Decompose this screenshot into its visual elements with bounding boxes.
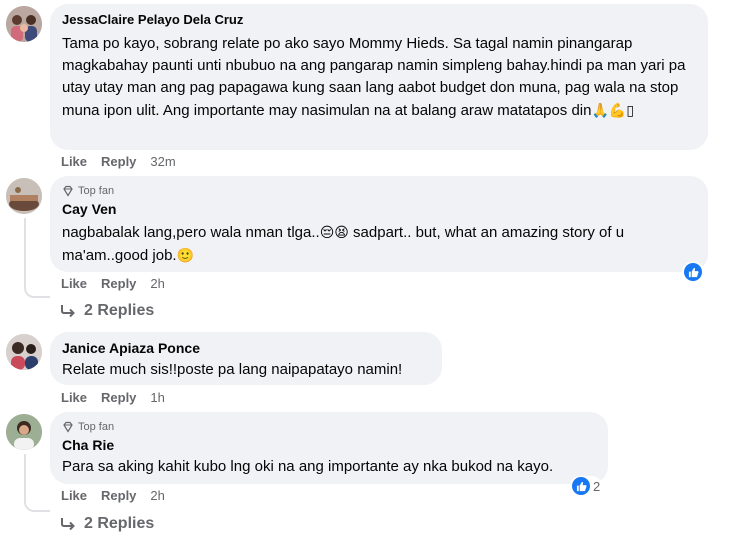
comment-text-container: Tama po kayo, sobrang relate po ako sayo… xyxy=(62,33,696,122)
avatar[interactable] xyxy=(6,414,42,450)
comment-timestamp[interactable]: 2h xyxy=(150,276,164,292)
avatar-photo-icon xyxy=(6,334,42,370)
top-fan-label: Top fan xyxy=(78,421,115,433)
comment-bubble: Janice Apiaza Ponce Relate much sis!!pos… xyxy=(50,332,442,385)
comment-actions: Like Reply 2h xyxy=(61,488,165,504)
comment-bubble: JessaClaire Pelayo Dela Cruz Tama po kay… xyxy=(50,4,708,150)
avatar[interactable] xyxy=(6,6,42,42)
comment-emojis: 😔😫 xyxy=(319,224,349,240)
reply-button[interactable]: Reply xyxy=(101,488,136,504)
comment-timestamp[interactable]: 32m xyxy=(150,154,175,170)
reply-arrow-icon xyxy=(61,305,75,318)
reply-button[interactable]: Reply xyxy=(101,154,136,170)
avatar[interactable] xyxy=(6,334,42,370)
thread-line xyxy=(24,454,50,512)
top-fan-label: Top fan xyxy=(78,185,115,197)
comment-text: nagbabalak lang,pero wala nman tlga.. xyxy=(62,224,320,241)
like-button[interactable]: Like xyxy=(61,276,87,292)
avatar-photo-icon xyxy=(6,178,42,214)
diamond-icon xyxy=(63,421,73,433)
reply-button[interactable]: Reply xyxy=(101,276,136,292)
comment-bubble: Top fan Cha Rie Para sa aking kahit kubo… xyxy=(50,412,608,484)
comment-author[interactable]: Cha Rie xyxy=(62,437,596,453)
view-replies-label: 2 Replies xyxy=(84,515,155,532)
comment-text: Relate much sis!!poste pa lang naipapata… xyxy=(62,361,403,378)
thumbs-up-icon xyxy=(684,263,702,281)
top-fan-badge: Top fan xyxy=(62,184,696,198)
reaction-summary[interactable] xyxy=(682,262,704,282)
avatar-photo-icon xyxy=(6,414,42,450)
comment-actions: Like Reply 32m xyxy=(61,154,176,170)
comment-emojis: 🙂 xyxy=(176,247,195,263)
view-replies-button[interactable]: 2 Replies xyxy=(60,515,154,533)
top-fan-badge: Top fan xyxy=(62,420,596,434)
view-replies-button[interactable]: 2 Replies xyxy=(60,302,154,320)
comment-timestamp[interactable]: 1h xyxy=(150,390,164,406)
thread-line xyxy=(24,218,50,298)
comment-actions: Like Reply 2h xyxy=(61,276,165,292)
avatar-photo-icon xyxy=(6,6,42,42)
comment-author[interactable]: JessaClaire Pelayo Dela Cruz xyxy=(62,12,696,28)
comment-author[interactable]: Cay Ven xyxy=(62,201,696,217)
reaction-summary[interactable]: 2 xyxy=(570,476,603,496)
like-button[interactable]: Like xyxy=(61,390,87,406)
avatar[interactable] xyxy=(6,178,42,214)
reaction-count: 2 xyxy=(593,478,601,494)
comment-author[interactable]: Janice Apiaza Ponce xyxy=(62,340,430,356)
diamond-icon xyxy=(63,185,73,197)
thumbs-up-icon xyxy=(572,477,590,495)
like-button[interactable]: Like xyxy=(61,154,87,170)
comment-emojis: 🙏💪▯ xyxy=(591,102,635,118)
comment-text-container: nagbabalak lang,pero wala nman tlga..😔😫 … xyxy=(62,221,696,267)
like-button[interactable]: Like xyxy=(61,488,87,504)
reply-button[interactable]: Reply xyxy=(101,390,136,406)
comment-actions: Like Reply 1h xyxy=(61,390,165,406)
comment-timestamp[interactable]: 2h xyxy=(150,488,164,504)
comment-text: Para sa aking kahit kubo lng oki na ang … xyxy=(62,458,554,475)
reply-arrow-icon xyxy=(61,518,75,531)
view-replies-label: 2 Replies xyxy=(84,302,155,319)
comment-bubble: Top fan Cay Ven nagbabalak lang,pero wal… xyxy=(50,176,708,272)
